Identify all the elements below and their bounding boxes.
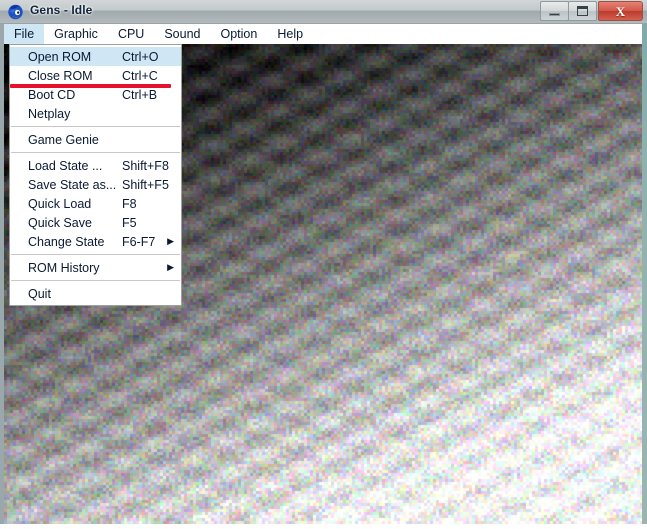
menu-separator [11,126,180,127]
menu-label: Sound [164,27,201,41]
menu-item-label: Quick Load [28,196,92,211]
menu-label: Graphic [54,27,98,41]
minimize-button[interactable] [540,1,569,21]
menu-item-shortcut: F8 [122,196,137,211]
submenu-arrow-icon: ▶ [167,236,174,246]
client-area: File Graphic CPU Sound Option Help Open ROM Ct… [4,24,642,525]
menu-item-rom-history[interactable]: ROM History ▶ [10,258,181,277]
menu-file[interactable]: File [4,24,45,44]
menu-help[interactable]: Help [267,24,313,44]
minimize-icon [549,12,560,16]
window-controls: X [540,1,643,21]
title-bar: Gens - Idle X [0,0,647,24]
sonic-app-icon [8,4,23,20]
menu-item-save-state-as[interactable]: Save State as... Shift+F5 [10,175,181,194]
menu-item-shortcut: Shift+F5 [122,177,169,192]
menu-item-label: Quick Save [28,215,92,230]
menu-item-label: Boot CD [28,87,76,102]
maximize-icon [577,6,588,16]
menu-item-change-state[interactable]: Change State F6-F7 ▶ [10,232,181,251]
menu-label: File [14,27,35,41]
menu-cpu[interactable]: CPU [108,24,154,44]
menu-item-label: Save State as... [28,177,117,192]
menu-bar: File Graphic CPU Sound Option Help [4,24,642,44]
menu-item-load-state[interactable]: Load State ... Shift+F8 [10,156,181,175]
menu-option[interactable]: Option [211,24,268,44]
menu-item-label: Open ROM [28,49,92,64]
menu-item-shortcut: Ctrl+O [122,49,159,64]
menu-item-shortcut: Shift+F8 [122,158,169,173]
menu-item-shortcut: F6-F7 [122,234,156,249]
menu-separator [11,254,180,255]
menu-item-label: Close ROM [28,68,93,83]
menu-item-label: Game Genie [28,132,99,147]
menu-item-label: ROM History [28,260,100,275]
menu-item-label: Change State [28,234,105,249]
menu-label: Option [220,27,258,41]
menu-item-quit[interactable]: Quit [10,284,181,303]
submenu-arrow-icon: ▶ [167,262,174,272]
menu-sound[interactable]: Sound [154,24,210,44]
menu-item-open-rom[interactable]: Open ROM Ctrl+O [10,47,181,66]
menu-separator [11,280,180,281]
menu-item-label: Quit [28,286,51,301]
menu-item-netplay[interactable]: Netplay [10,104,181,123]
menu-graphic[interactable]: Graphic [44,24,108,44]
menu-item-game-genie[interactable]: Game Genie [10,130,181,149]
application-window: Gens - Idle X File Graphic CPU Sound Option H… [0,0,647,529]
menu-item-label: Load State ... [28,158,103,173]
window-title: Gens - Idle [30,3,93,17]
menu-item-quick-load[interactable]: Quick Load F8 [10,194,181,213]
maximize-button[interactable] [568,1,597,21]
menu-label: Help [277,27,304,41]
menu-item-label: Netplay [28,106,71,121]
menu-item-shortcut: F5 [122,215,137,230]
close-button[interactable]: X [598,1,643,21]
menu-separator [11,152,180,153]
menu-item-quick-save[interactable]: Quick Save F5 [10,213,181,232]
clipped-status-strip [0,524,647,529]
close-icon: X [615,3,626,19]
red-annotation-underline [10,84,171,88]
menu-item-shortcut: Ctrl+C [122,68,158,83]
menu-label: CPU [117,27,145,41]
menu-item-close-rom[interactable]: Close ROM Ctrl+C [10,66,181,85]
